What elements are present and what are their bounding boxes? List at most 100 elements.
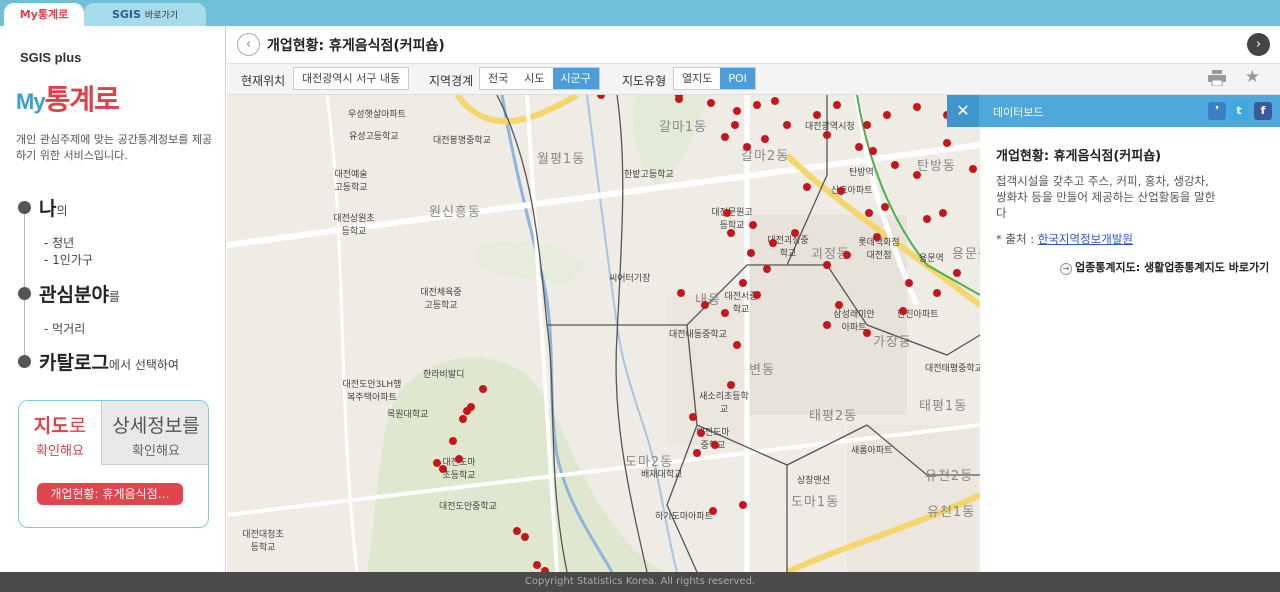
poi-marker[interactable] (763, 265, 771, 273)
poi-marker[interactable] (913, 171, 921, 179)
sub-item-single-household[interactable]: - 1인가구 (44, 251, 93, 268)
poi-marker[interactable] (753, 291, 761, 299)
poi-marker[interactable] (753, 101, 761, 109)
poi-marker[interactable] (855, 143, 863, 151)
poi-marker[interactable] (933, 289, 941, 297)
poi-marker[interactable] (913, 103, 921, 111)
selected-topic-pill[interactable]: 개업현황: 휴게음식점… (37, 483, 183, 505)
poi-marker[interactable] (813, 111, 821, 119)
poi-marker[interactable] (791, 229, 799, 237)
poi-marker[interactable] (899, 307, 907, 315)
twitter-icon[interactable]: t (1230, 102, 1248, 120)
sub-item-food[interactable]: - 먹거리 (44, 320, 85, 337)
menu-item-catalog[interactable]: 카탈로그에서 선택하여 (18, 348, 179, 375)
poi-marker[interactable] (597, 95, 605, 99)
map-canvas[interactable]: 우성햇살아파트 유성고등학교 대전봉명중학교 월평1동 갈마1동 한밭고등학교 … (227, 95, 980, 572)
menu-item-label: 관심분야 (39, 284, 109, 306)
poi-marker[interactable] (723, 209, 731, 217)
tab-my-stats[interactable]: My통계로 (4, 3, 84, 26)
poi-marker[interactable] (873, 233, 881, 241)
chevron-left-icon[interactable]: ‹ (237, 33, 260, 56)
poi-marker[interactable] (905, 279, 913, 287)
poi-marker[interactable] (459, 415, 467, 423)
poi-marker[interactable] (843, 251, 851, 259)
poi-marker[interactable] (455, 455, 463, 463)
poi-marker[interactable] (513, 527, 521, 535)
poi-marker[interactable] (709, 507, 717, 515)
poi-marker[interactable] (433, 459, 441, 467)
poi-marker[interactable] (865, 209, 873, 217)
print-icon[interactable] (1208, 70, 1226, 86)
poi-marker[interactable] (783, 121, 791, 129)
region-option-national[interactable]: 전국 (480, 68, 516, 89)
region-option-district[interactable]: 시군구 (552, 68, 599, 89)
poi-marker[interactable] (521, 533, 529, 541)
poi-marker[interactable] (891, 161, 899, 169)
poi-marker[interactable] (823, 131, 831, 139)
poi-marker[interactable] (761, 135, 769, 143)
poi-marker[interactable] (769, 239, 777, 247)
poi-marker[interactable] (939, 209, 947, 217)
poi-marker[interactable] (697, 429, 705, 437)
poi-marker[interactable] (727, 229, 735, 237)
poi-marker[interactable] (883, 111, 891, 119)
tab-sgis-label: 바로가기 (144, 11, 179, 21)
poi-marker[interactable] (835, 301, 843, 309)
region-option-province[interactable]: 시도 (516, 68, 552, 89)
poi-marker[interactable] (677, 289, 685, 297)
poi-marker[interactable] (881, 203, 889, 211)
tab-view-map[interactable]: 지도로 확인해요 (19, 401, 101, 465)
menu-item-interest[interactable]: 관심분야를 (18, 280, 120, 307)
share-story-icon[interactable]: ❜ (1208, 102, 1226, 120)
poi-marker[interactable] (823, 261, 831, 269)
map-type-heatmap[interactable]: 열지도 (674, 68, 720, 89)
poi-marker[interactable] (771, 97, 779, 105)
poi-marker[interactable] (833, 101, 841, 109)
poi-marker[interactable] (721, 309, 729, 317)
poi-marker[interactable] (449, 437, 457, 445)
tab-sgis-shortcut[interactable]: SGIS 바로가기 (84, 3, 206, 26)
poi-marker[interactable] (747, 249, 755, 257)
menu-item-me[interactable]: 나의 (18, 194, 68, 221)
poi-marker[interactable] (721, 133, 729, 141)
star-icon[interactable]: ★ (1245, 67, 1260, 87)
poi-marker[interactable] (863, 329, 871, 337)
poi-marker[interactable] (727, 381, 735, 389)
source-link[interactable]: 한국지역정보개발원 (1038, 232, 1133, 246)
poi-marker[interactable] (739, 501, 747, 509)
poi-marker[interactable] (689, 413, 697, 421)
poi-marker[interactable] (711, 441, 719, 449)
my-stats-logo: My통계로 (16, 78, 120, 118)
poi-marker[interactable] (923, 215, 931, 223)
poi-marker[interactable] (439, 465, 447, 473)
poi-marker[interactable] (869, 147, 877, 155)
my-logo-rest: 통계로 (44, 84, 120, 115)
poi-marker[interactable] (749, 221, 757, 229)
poi-marker[interactable] (863, 121, 871, 129)
poi-marker[interactable] (803, 183, 811, 191)
map-type-poi[interactable]: POI (720, 68, 755, 89)
industry-map-link[interactable]: → 업종통계지도: 생활업종통계지도 바로가기 (1060, 259, 1269, 275)
tab-view-detail[interactable]: 상세정보를 확인해요 (101, 401, 208, 465)
region-boundary-toggle: 전국 시도 시군구 (479, 67, 600, 90)
facebook-icon[interactable]: f (1254, 102, 1272, 120)
poi-marker[interactable] (693, 449, 701, 457)
poi-marker[interactable] (837, 187, 845, 195)
close-icon[interactable]: ✕ (947, 95, 979, 127)
poi-marker[interactable] (467, 403, 475, 411)
poi-marker[interactable] (733, 107, 741, 115)
poi-marker[interactable] (743, 143, 751, 151)
poi-marker[interactable] (701, 301, 709, 309)
chevron-right-icon[interactable]: › (1247, 33, 1270, 56)
location-field[interactable]: 대전광역시 서구 내동 (293, 67, 410, 90)
poi-marker[interactable] (731, 121, 739, 129)
sub-item-youth[interactable]: - 청년 (44, 234, 74, 251)
tab-sgis-brand: SGIS (111, 8, 141, 21)
poi-marker[interactable] (479, 385, 487, 393)
poi-marker[interactable] (823, 321, 831, 329)
poi-marker[interactable] (739, 279, 747, 287)
location-label: 현재위치 (241, 74, 286, 88)
poi-marker[interactable] (533, 561, 541, 569)
poi-marker[interactable] (707, 99, 715, 107)
poi-marker[interactable] (733, 341, 741, 349)
